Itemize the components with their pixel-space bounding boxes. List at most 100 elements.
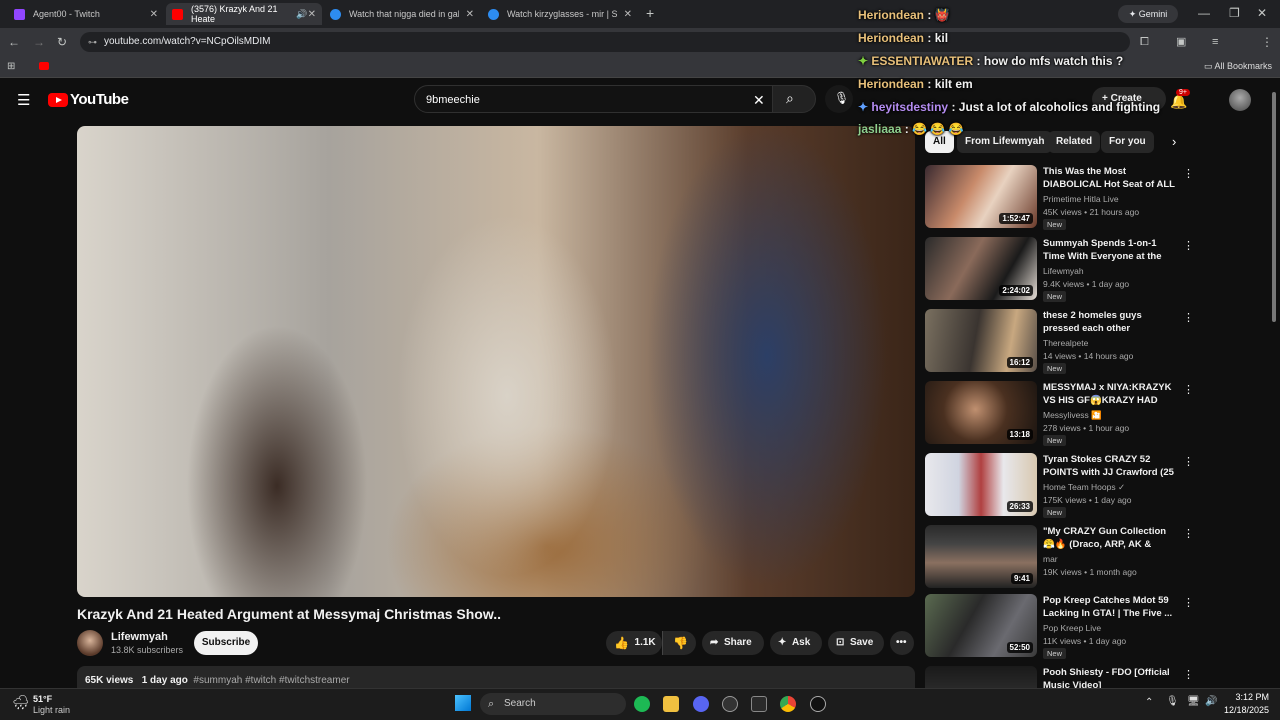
close-icon[interactable]: ✕: [466, 9, 474, 20]
more-vertical-icon[interactable]: ⋮: [1183, 239, 1194, 252]
menu-icon[interactable]: ⋮: [1261, 35, 1273, 49]
rec-channel[interactable]: Pop Kreep Live: [1043, 623, 1101, 633]
clock-time[interactable]: 3:12 PM: [1229, 692, 1269, 702]
reload-icon[interactable]: ↻: [57, 35, 67, 49]
close-window-icon[interactable]: ✕: [1257, 6, 1267, 20]
like-button[interactable]: 👍 1.1K: [606, 631, 662, 655]
apps-grid-icon[interactable]: ⊞: [7, 60, 15, 74]
video-thumbnail[interactable]: [925, 666, 1037, 688]
media-icon[interactable]: ≡: [1212, 35, 1218, 49]
chevron-up-icon[interactable]: ⌃: [1145, 697, 1153, 708]
clock-date[interactable]: 12/18/2025: [1220, 705, 1269, 715]
rec-title[interactable]: MESSYMAJ x NIYA:KRAZYK VS HIS GF😱KRAZY H…: [1043, 381, 1177, 407]
chip-for-you[interactable]: For you: [1101, 131, 1154, 153]
video-thumbnail[interactable]: 1:52:47: [925, 165, 1037, 228]
volume-icon[interactable]: 🔊: [1205, 696, 1217, 707]
close-icon[interactable]: ✕: [624, 9, 632, 20]
rec-title[interactable]: these 2 homeles guys pressed each other: [1043, 309, 1177, 335]
clear-search-icon[interactable]: ✕: [753, 86, 765, 114]
close-icon[interactable]: ✕: [308, 9, 316, 20]
taskbar-search[interactable]: ⌕ Search: [480, 693, 626, 715]
forward-icon[interactable]: →: [33, 35, 45, 49]
site-info-icon[interactable]: ⊶: [88, 32, 97, 52]
more-vertical-icon[interactable]: ⋮: [1183, 527, 1194, 540]
ask-button[interactable]: ✦ Ask: [770, 631, 822, 655]
microphone-icon[interactable]: 🎙: [1166, 696, 1179, 707]
page-scrollbar[interactable]: [1272, 92, 1276, 322]
channel-avatar[interactable]: [77, 630, 103, 656]
tab-stream-2[interactable]: Watch kirzyglasses - mir | Strea ✕: [482, 3, 638, 25]
video-thumbnail[interactable]: 2:24:02: [925, 237, 1037, 300]
rec-channel[interactable]: Home Team Hoops ✓: [1043, 482, 1125, 493]
app-icon[interactable]: [810, 696, 826, 712]
recommended-video[interactable]: 1:52:47 This Was the Most DIABOLICAL Hot…: [925, 165, 1195, 231]
more-vertical-icon[interactable]: ⋮: [1183, 311, 1194, 324]
rec-title[interactable]: "My CRAZY Gun Collection 😤🔥 (Draco, ARP,…: [1043, 525, 1177, 551]
account-avatar[interactable]: [1229, 89, 1251, 111]
new-tab-icon[interactable]: +: [646, 6, 654, 20]
discord-icon[interactable]: [693, 696, 709, 712]
rec-title[interactable]: Pop Kreep Catches Mdot 59 Lacking In GTA…: [1043, 594, 1177, 620]
steam-icon[interactable]: [722, 696, 738, 712]
maximize-icon[interactable]: ❐: [1229, 6, 1240, 20]
voice-search-button[interactable]: 🎙: [825, 85, 853, 113]
rec-title[interactable]: This Was the Most DIABOLICAL Hot Seat of…: [1043, 165, 1177, 191]
address-bar[interactable]: ⊶ youtube.com/watch?v=NCpOilsMDIM: [80, 32, 1130, 52]
tab-youtube[interactable]: (3576) Krazyk And 21 Heate 🔊 ✕: [166, 3, 322, 25]
gemini-button[interactable]: ✦ Gemini: [1118, 5, 1178, 23]
speaker-icon[interactable]: 🔊: [296, 9, 307, 20]
extensions-icon[interactable]: ⧠: [1140, 35, 1149, 49]
share-button[interactable]: ➦ Share: [702, 631, 764, 655]
more-vertical-icon[interactable]: ⋮: [1183, 596, 1194, 609]
more-vertical-icon[interactable]: ⋮: [1183, 167, 1194, 180]
all-bookmarks[interactable]: ▭ All Bookmarks: [1204, 61, 1272, 72]
epic-games-icon[interactable]: [751, 696, 767, 712]
video-thumbnail[interactable]: 26:33: [925, 453, 1037, 516]
recommended-video[interactable]: Pooh Shiesty - FDO [Official Music Video…: [925, 666, 1195, 688]
youtube-bookmark-icon[interactable]: [39, 62, 49, 70]
channel-name[interactable]: Lifewmyah: [111, 631, 168, 643]
rec-title[interactable]: Summyah Spends 1-on-1 Time With Everyone…: [1043, 237, 1177, 263]
video-thumbnail[interactable]: 9:41: [925, 525, 1037, 588]
rec-channel[interactable]: Primetime Hitla Live: [1043, 194, 1119, 204]
search-button[interactable]: ⌕: [772, 85, 816, 113]
more-vertical-icon[interactable]: ⋮: [1183, 455, 1194, 468]
weather-temp[interactable]: 51°F: [33, 694, 52, 704]
tab-twitch[interactable]: Agent00 - Twitch ✕: [8, 3, 164, 25]
recommended-video[interactable]: 16:12 these 2 homeles guys pressed each …: [925, 309, 1195, 375]
network-icon[interactable]: 🖥: [1187, 696, 1200, 707]
recommended-video[interactable]: 26:33 Tyran Stokes CRAZY 52 POINTS with …: [925, 453, 1195, 519]
chrome-icon[interactable]: [780, 696, 796, 712]
recommended-video[interactable]: 52:50 Pop Kreep Catches Mdot 59 Lacking …: [925, 594, 1195, 660]
youtube-logo-icon[interactable]: [48, 93, 68, 107]
minimize-icon[interactable]: —: [1198, 6, 1210, 20]
chip-from-channel[interactable]: From Lifewmyah: [957, 131, 1053, 153]
dislike-button[interactable]: 👎: [662, 631, 696, 655]
youtube-logo-text[interactable]: YouTube: [70, 91, 129, 108]
chip-related[interactable]: Related: [1048, 131, 1101, 153]
weather-icon[interactable]: 🌧: [12, 694, 30, 711]
rec-channel[interactable]: Messylivess 🎦: [1043, 410, 1102, 421]
recommended-video[interactable]: 9:41 "My CRAZY Gun Collection 😤🔥 (Draco,…: [925, 525, 1195, 591]
subscribe-button[interactable]: Subscribe: [194, 631, 258, 655]
recommended-video[interactable]: 2:24:02 Summyah Spends 1-on-1 Time With …: [925, 237, 1195, 303]
close-icon[interactable]: ✕: [150, 9, 158, 20]
more-actions-button[interactable]: •••: [890, 631, 914, 655]
rec-channel[interactable]: Lifewmyah: [1043, 266, 1084, 276]
search-input[interactable]: 9bmeechie ✕: [414, 85, 776, 113]
hamburger-menu-icon[interactable]: ☰: [17, 91, 30, 109]
hashtags[interactable]: #summyah #twitch #twitchstreamer: [193, 675, 349, 686]
save-button[interactable]: ⊡ Save: [828, 631, 884, 655]
tab-stream-1[interactable]: Watch that nigga died in galle ✕: [324, 3, 480, 25]
rec-channel[interactable]: Therealpete: [1043, 338, 1088, 348]
video-thumbnail[interactable]: 16:12: [925, 309, 1037, 372]
weather-desc[interactable]: Light rain: [33, 705, 70, 715]
rec-channel[interactable]: mar: [1043, 554, 1058, 564]
rec-title[interactable]: Pooh Shiesty - FDO [Official Music Video…: [1043, 666, 1177, 688]
sidepanel-icon[interactable]: ▣: [1176, 35, 1186, 49]
chevron-right-icon[interactable]: ›: [1172, 134, 1176, 149]
recommended-video[interactable]: 13:18 MESSYMAJ x NIYA:KRAZYK VS HIS GF😱K…: [925, 381, 1195, 447]
more-vertical-icon[interactable]: ⋮: [1183, 383, 1194, 396]
video-thumbnail[interactable]: 52:50: [925, 594, 1037, 657]
video-player[interactable]: [77, 126, 915, 597]
